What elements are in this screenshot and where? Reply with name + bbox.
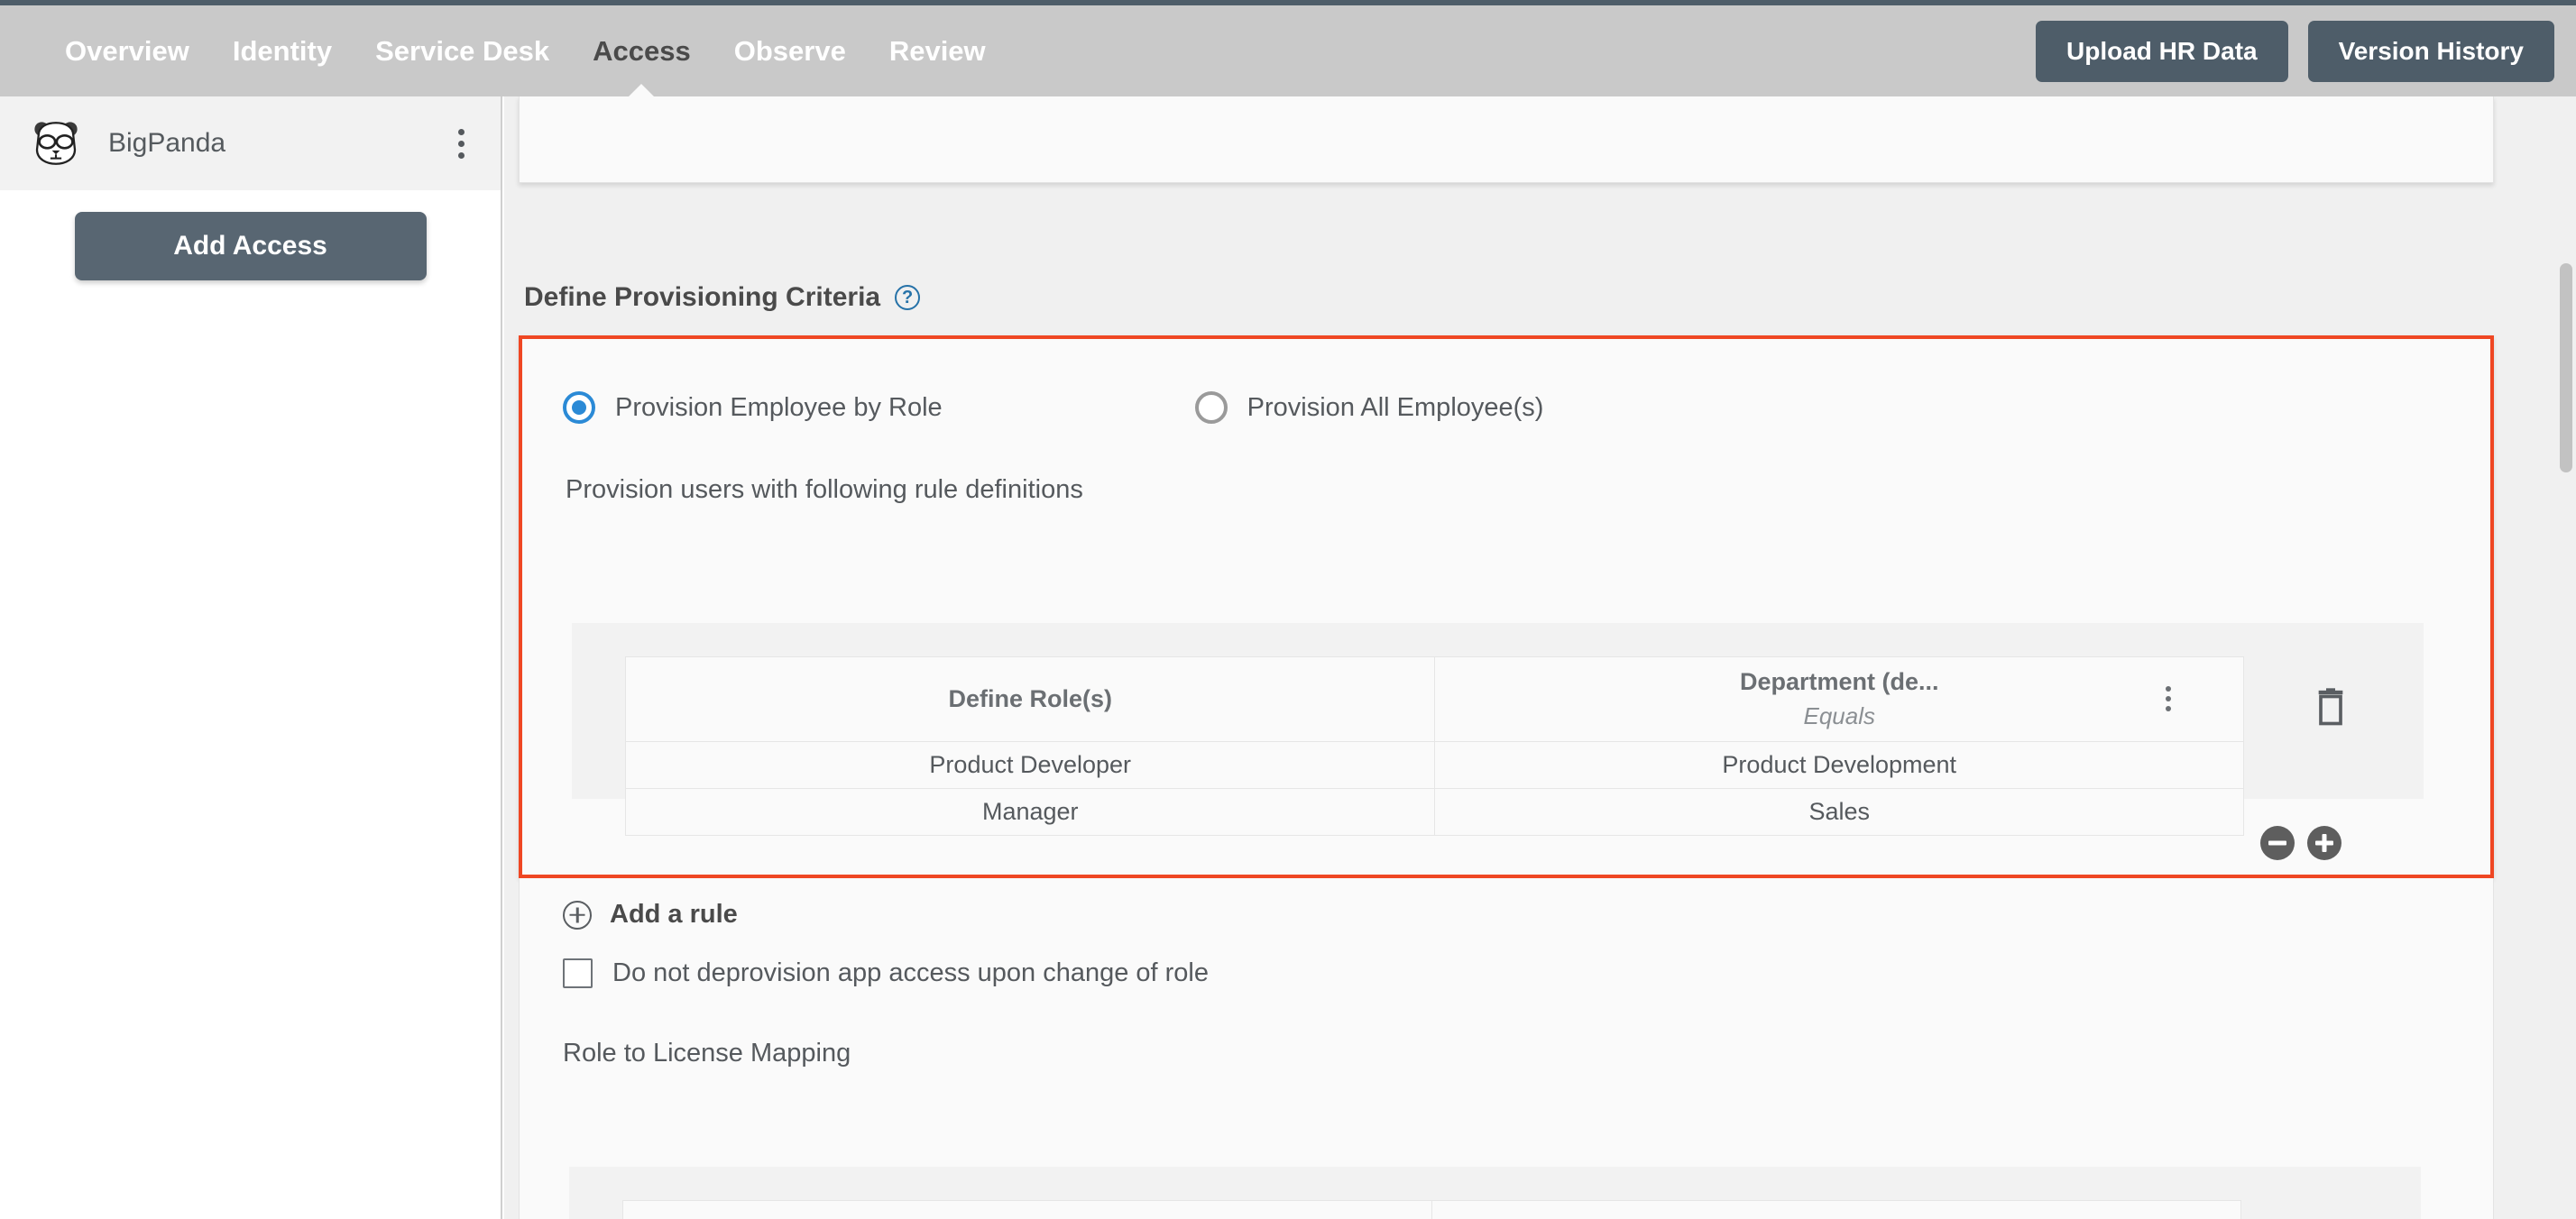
topbar-actions: Upload HR Data Version History	[2036, 20, 2554, 82]
role-to-license-mapping-title: Role to License Mapping	[563, 1039, 851, 1068]
tab-overview[interactable]: Overview	[43, 5, 211, 96]
vertical-scrollbar-track[interactable]	[2556, 96, 2576, 1219]
provisioning-criteria-card: Provision Employee by Role Provision All…	[519, 335, 2494, 878]
app-list-item-bigpanda[interactable]: BigPanda	[0, 96, 501, 190]
column-header-roles-in-bigpanda[interactable]: Role(s) in BigPanda	[1431, 1200, 2241, 1219]
main-content-area: Define Provisioning Criteria ? Provision…	[504, 96, 2576, 1219]
cell-department[interactable]: Sales	[1434, 787, 2244, 836]
provisioning-rule-table: Define Role(s) Department (de... Equals …	[624, 656, 2244, 836]
plus-circle-outline-icon	[563, 900, 592, 930]
help-circle-icon[interactable]: ?	[895, 285, 921, 310]
radio-provision-all-employees-label: Provision All Employee(s)	[1247, 392, 1544, 422]
column-header-department[interactable]: Department (de... Equals	[1434, 656, 2244, 742]
trash-icon[interactable]	[2313, 687, 2349, 729]
version-history-button[interactable]: Version History	[2307, 20, 2554, 82]
section-title-text: Define Provisioning Criteria	[524, 282, 881, 312]
table-header-row: Define Role(s) Department (de... Equals	[624, 656, 2244, 742]
radio-provision-by-role[interactable]: Provision Employee by Role	[563, 391, 943, 424]
app-name-label: BigPanda	[108, 128, 226, 158]
radio-selected-icon	[563, 391, 595, 424]
minus-circle-icon[interactable]	[2260, 826, 2295, 860]
column-header-define-roles[interactable]: Define Role(s)	[624, 656, 1436, 742]
add-a-rule-button[interactable]: Add a rule	[520, 878, 738, 930]
more-vertical-icon[interactable]	[453, 124, 470, 164]
nav-items: Overview Identity Service Desk Access Ob…	[43, 5, 1007, 96]
column-more-vertical-icon[interactable]	[2166, 686, 2171, 712]
previous-section-card	[519, 96, 2494, 183]
table-header-row: Choose Role(s) Role(s) in BigPanda	[621, 1200, 2241, 1219]
role-license-mapping-table: Choose Role(s) Role(s) in BigPanda	[621, 1200, 2241, 1219]
table-row[interactable]: Manager Sales	[624, 787, 2244, 836]
cell-role[interactable]: Manager	[624, 787, 1436, 836]
table-body: Product Developer Product Development Ma…	[624, 740, 2244, 836]
column-header-choose-roles[interactable]: Choose Role(s)	[621, 1200, 1433, 1219]
radio-provision-by-role-label: Provision Employee by Role	[615, 392, 943, 422]
panda-logo-icon	[31, 118, 81, 169]
top-navigation-bar: Overview Identity Service Desk Access Ob…	[0, 0, 2576, 96]
column-header-define-roles-label: Define Role(s)	[948, 684, 1112, 712]
deprovision-checkbox-row[interactable]: Do not deprovision app access upon chang…	[520, 930, 1209, 988]
lower-settings-card: Add a rule Do not deprovision app access…	[519, 878, 2494, 1219]
column-header-department-operator: Equals	[1803, 702, 1875, 730]
page-title: Define Provisioning Criteria ?	[524, 282, 921, 313]
add-a-rule-label: Add a rule	[610, 900, 738, 929]
tab-review[interactable]: Review	[868, 5, 1007, 96]
provision-mode-radio-group: Provision Employee by Role Provision All…	[522, 339, 2490, 424]
add-access-wrap: Add Access	[0, 190, 501, 280]
rule-caption: Provision users with following rule defi…	[566, 475, 1083, 504]
deprovision-checkbox-label: Do not deprovision app access upon chang…	[612, 958, 1209, 987]
table-row[interactable]: Product Developer Product Development	[624, 740, 2244, 789]
tab-access[interactable]: Access	[571, 5, 713, 96]
tab-service-desk[interactable]: Service Desk	[354, 5, 571, 96]
plus-circle-icon[interactable]	[2307, 826, 2341, 860]
radio-unselected-icon	[1194, 391, 1228, 424]
tab-observe[interactable]: Observe	[713, 5, 868, 96]
row-stepper-group	[2260, 826, 2341, 860]
radio-provision-all-employees[interactable]: Provision All Employee(s)	[1194, 391, 1544, 424]
vertical-scrollbar-thumb[interactable]	[2560, 263, 2572, 472]
left-sidebar: BigPanda Add Access	[0, 96, 502, 1219]
upload-hr-data-button[interactable]: Upload HR Data	[2036, 20, 2288, 82]
cell-role[interactable]: Product Developer	[624, 740, 1436, 789]
column-header-department-label: Department (de...	[1739, 668, 1939, 695]
add-access-button[interactable]: Add Access	[74, 212, 427, 280]
checkbox-unchecked-icon[interactable]	[563, 958, 593, 988]
cell-department[interactable]: Product Development	[1434, 740, 2244, 789]
tab-identity[interactable]: Identity	[211, 5, 354, 96]
